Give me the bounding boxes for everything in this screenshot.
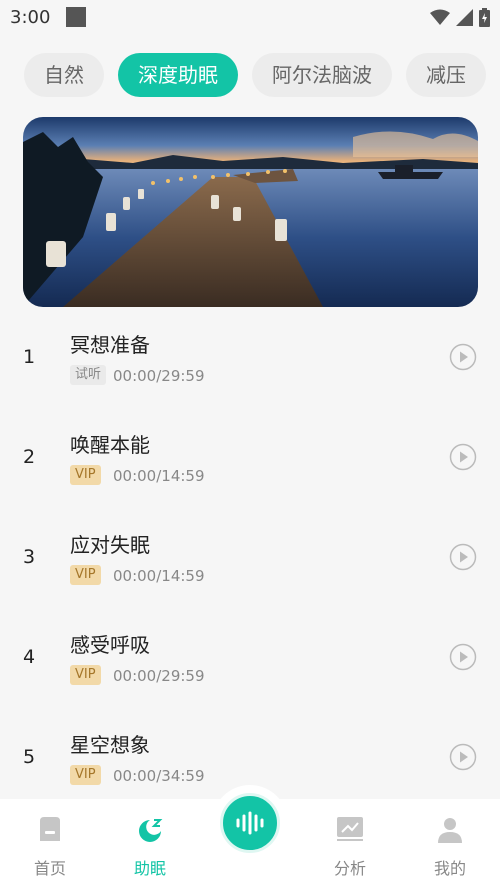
moon-icon — [139, 819, 163, 842]
play-icon[interactable] — [449, 443, 477, 471]
track-title: 冥想准备 — [70, 333, 150, 357]
battery-icon — [479, 7, 490, 27]
wifi-icon — [430, 9, 450, 25]
trial-badge: 试听 — [70, 365, 107, 385]
track-title: 星空想象 — [70, 733, 150, 757]
list-item[interactable]: 4 感受呼吸 VIP 00:00/29:59 — [0, 616, 500, 716]
track-number: 1 — [23, 346, 36, 368]
vip-badge: VIP — [70, 765, 101, 785]
nav-sleep[interactable]: 助眠 — [100, 799, 200, 889]
user-icon — [438, 818, 462, 843]
track-number: 5 — [23, 746, 36, 768]
bottom-nav: 首页 助眠 分析 我的 — [0, 785, 500, 889]
track-title: 应对失眠 — [70, 533, 150, 557]
track-time: 00:00/14:59 — [113, 467, 205, 485]
nav-mine[interactable]: 我的 — [400, 799, 500, 889]
notification-icon — [66, 7, 87, 27]
nav-sleep-label: 助眠 — [133, 859, 166, 878]
nav-home[interactable]: 首页 — [0, 799, 100, 889]
home-icon — [40, 817, 60, 841]
center-play-button[interactable] — [212, 785, 288, 861]
status-time: 3:00 — [10, 6, 51, 28]
status-bar: 3:00 — [0, 0, 500, 34]
nav-analysis-label: 分析 — [333, 859, 366, 878]
tab-deep-sleep[interactable]: 深度助眠 — [118, 53, 238, 97]
tab-stress-relief[interactable]: 减压 — [406, 53, 486, 97]
tab-alpha-waves[interactable]: 阿尔法脑波 — [252, 53, 392, 97]
banner-image — [23, 117, 478, 307]
vip-badge: VIP — [70, 565, 101, 585]
track-time: 00:00/29:59 — [113, 367, 205, 385]
track-time: 00:00/14:59 — [113, 567, 205, 585]
play-icon[interactable] — [449, 543, 477, 571]
category-tabs: 自然 深度助眠 阿尔法脑波 减压 — [0, 53, 500, 99]
track-title: 感受呼吸 — [70, 633, 150, 657]
list-item[interactable]: 2 唤醒本能 VIP 00:00/14:59 — [0, 416, 500, 516]
track-number: 4 — [23, 646, 36, 668]
nav-home-label: 首页 — [33, 859, 66, 878]
nav-center[interactable] — [200, 785, 300, 889]
track-time: 00:00/34:59 — [113, 767, 205, 785]
nav-mine-label: 我的 — [433, 859, 466, 878]
play-icon[interactable] — [449, 343, 477, 371]
sound-wave-icon — [236, 811, 264, 835]
nav-analysis[interactable]: 分析 — [300, 799, 400, 889]
signal-icon — [456, 8, 473, 26]
track-number: 2 — [23, 446, 36, 468]
track-time: 00:00/29:59 — [113, 667, 205, 685]
chart-icon — [337, 817, 363, 841]
track-title: 唤醒本能 — [70, 433, 150, 457]
vip-badge: VIP — [70, 465, 101, 485]
track-number: 3 — [23, 546, 36, 568]
list-item[interactable]: 1 冥想准备 试听 00:00/29:59 — [0, 316, 500, 416]
vip-badge: VIP — [70, 665, 101, 685]
play-icon[interactable] — [449, 743, 477, 771]
tab-nature[interactable]: 自然 — [24, 53, 104, 97]
track-list: 1 冥想准备 试听 00:00/29:59 2 唤醒本能 VIP 00:00/1… — [0, 316, 500, 816]
play-icon[interactable] — [449, 643, 477, 671]
list-item[interactable]: 3 应对失眠 VIP 00:00/14:59 — [0, 516, 500, 616]
